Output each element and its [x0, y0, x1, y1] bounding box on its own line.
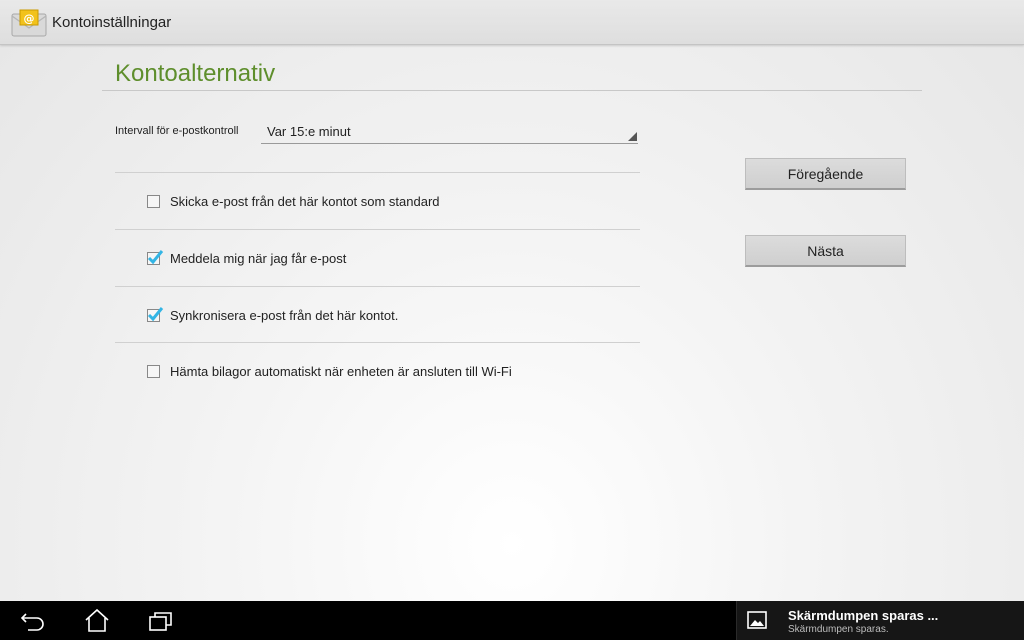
interval-label: Intervall för e-postkontroll: [115, 125, 239, 137]
interval-spinner[interactable]: Var 15:e minut: [261, 118, 638, 144]
previous-button[interactable]: Föregående: [745, 158, 906, 190]
spinner-arrow-icon: [628, 132, 637, 141]
next-button[interactable]: Nästa: [745, 235, 906, 267]
notification-subtitle: Skärmdumpen sparas.: [788, 624, 889, 635]
action-bar: @ Kontoinställningar: [0, 0, 1024, 45]
option-notify[interactable]: Meddela mig när jag får e-post: [115, 230, 640, 286]
image-icon: [747, 611, 767, 629]
option-label: Synkronisera e-post från det här kontot.: [170, 308, 399, 323]
system-nav-bar: Skärmdumpen sparas ... Skärmdumpen spara…: [0, 601, 1024, 640]
screenshot-notification[interactable]: Skärmdumpen sparas ... Skärmdumpen spara…: [736, 601, 1024, 640]
option-label: Meddela mig när jag får e-post: [170, 251, 347, 266]
recent-apps-icon[interactable]: [146, 608, 176, 634]
checkbox-auto-attachments[interactable]: [147, 365, 160, 378]
option-label: Skicka e-post från det här kontot som st…: [170, 194, 440, 209]
option-auto-attachments[interactable]: Hämta bilagor automatiskt när enheten är…: [115, 343, 640, 399]
section-divider: [102, 90, 922, 91]
section-title: Kontoalternativ: [115, 60, 276, 87]
home-icon[interactable]: [82, 608, 112, 634]
option-send-default[interactable]: Skicka e-post från det här kontot som st…: [115, 173, 640, 229]
checkbox-sync[interactable]: [147, 307, 164, 322]
option-label: Hämta bilagor automatiskt när enheten är…: [170, 364, 512, 379]
svg-text:@: @: [24, 12, 35, 25]
option-sync[interactable]: Synkronisera e-post från det här kontot.: [115, 287, 640, 343]
notification-title: Skärmdumpen sparas ...: [788, 608, 939, 623]
interval-value: Var 15:e minut: [267, 124, 351, 139]
checkbox-send-default[interactable]: [147, 195, 160, 208]
app-title: Kontoinställningar: [52, 14, 172, 31]
email-app-icon[interactable]: @: [11, 8, 47, 38]
checkmark-icon: [147, 307, 164, 322]
checkbox-notify[interactable]: [147, 250, 164, 265]
back-icon[interactable]: [18, 608, 48, 634]
checkmark-icon: [147, 250, 164, 265]
